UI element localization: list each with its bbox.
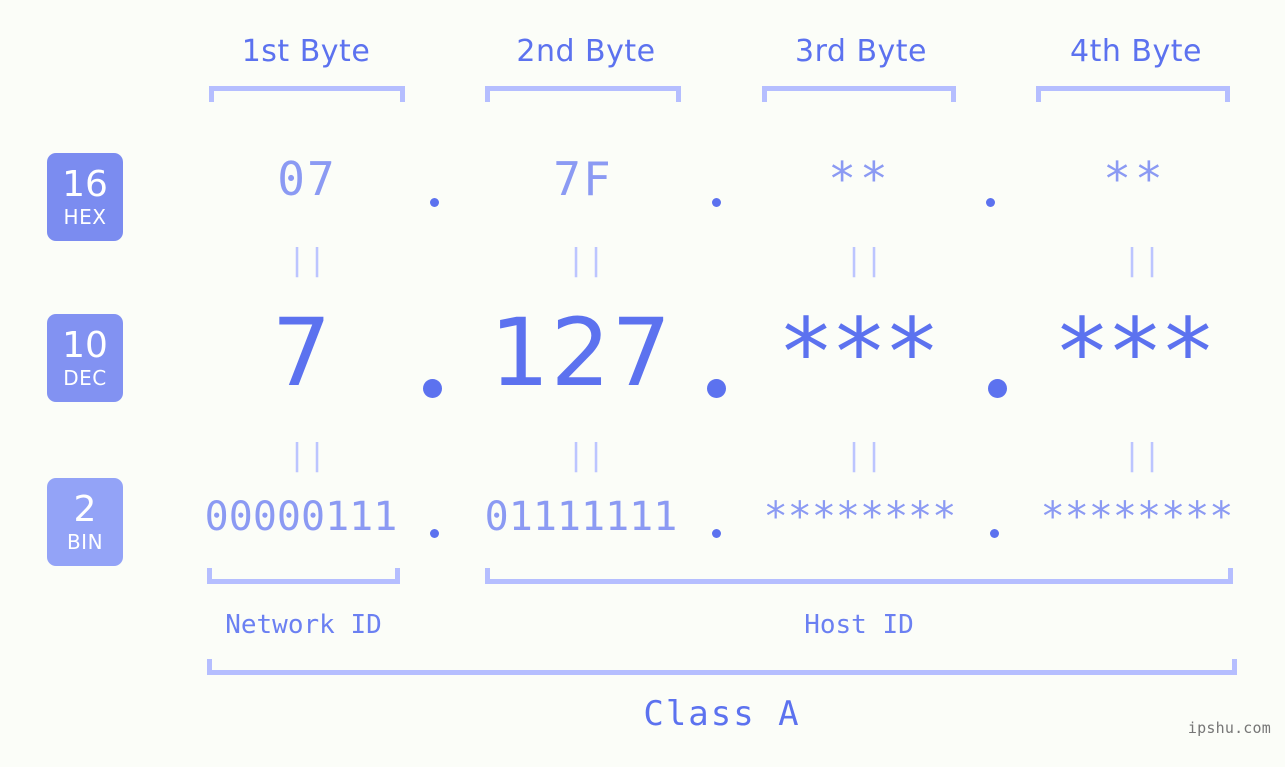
network-id-bracket	[207, 568, 400, 584]
dec-byte-1: 7	[271, 299, 333, 408]
byte-header-2: 2nd Byte	[516, 34, 656, 69]
equals-mark-hex-dec-4: ||	[1123, 243, 1164, 278]
equals-mark-dec-bin-3: ||	[845, 438, 886, 473]
class-bracket	[207, 659, 1237, 675]
network-id-label: Network ID	[225, 610, 382, 640]
class-label: Class A	[643, 694, 801, 734]
bin-dot-3	[990, 529, 999, 538]
watermark: ipshu.com	[1187, 719, 1271, 737]
hex-byte-3: **	[828, 152, 892, 206]
base-badge-hex-number: 16	[62, 164, 108, 205]
base-badge-dec-number: 10	[62, 325, 108, 366]
hex-dot-3	[986, 198, 995, 207]
bin-dot-1	[430, 529, 439, 538]
bin-byte-4: ********	[1040, 494, 1234, 540]
hex-byte-2: 7F	[553, 152, 613, 206]
byte-header-3: 3rd Byte	[794, 34, 928, 69]
equals-mark-hex-dec-1: ||	[288, 243, 329, 278]
dec-dot-3	[988, 379, 1007, 398]
hex-byte-1: 07	[277, 152, 337, 206]
byte-bracket-1	[209, 86, 405, 102]
hex-dot-1	[430, 198, 439, 207]
byte-header-4: 4th Byte	[1070, 34, 1202, 69]
ip-address-breakdown-diagram: 1st Byte 2nd Byte 3rd Byte 4th Byte 16 H…	[0, 0, 1285, 767]
equals-mark-dec-bin-2: ||	[567, 438, 608, 473]
dec-byte-3: ***	[782, 299, 942, 408]
equals-mark-hex-dec-3: ||	[845, 243, 886, 278]
host-id-bracket	[485, 568, 1233, 584]
hex-dot-2	[712, 198, 721, 207]
bin-byte-3: ********	[763, 494, 957, 540]
dec-byte-4: ***	[1058, 299, 1218, 408]
bin-byte-2: 01111111	[484, 494, 678, 540]
dec-dot-1	[423, 379, 442, 398]
byte-header-1: 1st Byte	[241, 34, 371, 69]
base-badge-bin-name: BIN	[66, 530, 104, 554]
base-badge-hex-name: HEX	[63, 205, 107, 229]
base-badge-dec: 10 DEC	[47, 314, 123, 402]
base-badge-bin: 2 BIN	[47, 478, 123, 566]
bin-dot-2	[712, 529, 721, 538]
byte-bracket-2	[485, 86, 681, 102]
equals-mark-dec-bin-4: ||	[1123, 438, 1164, 473]
base-badge-dec-name: DEC	[63, 366, 107, 390]
dec-dot-2	[707, 379, 726, 398]
byte-bracket-3	[762, 86, 956, 102]
byte-bracket-4	[1036, 86, 1230, 102]
base-badge-bin-number: 2	[73, 489, 97, 530]
equals-mark-dec-bin-1: ||	[288, 438, 329, 473]
dec-byte-2: 127	[489, 299, 673, 408]
base-badge-hex: 16 HEX	[47, 153, 123, 241]
hex-byte-4: **	[1103, 152, 1167, 206]
bin-byte-1: 00000111	[204, 494, 398, 540]
equals-mark-hex-dec-2: ||	[567, 243, 608, 278]
host-id-label: Host ID	[804, 610, 914, 640]
